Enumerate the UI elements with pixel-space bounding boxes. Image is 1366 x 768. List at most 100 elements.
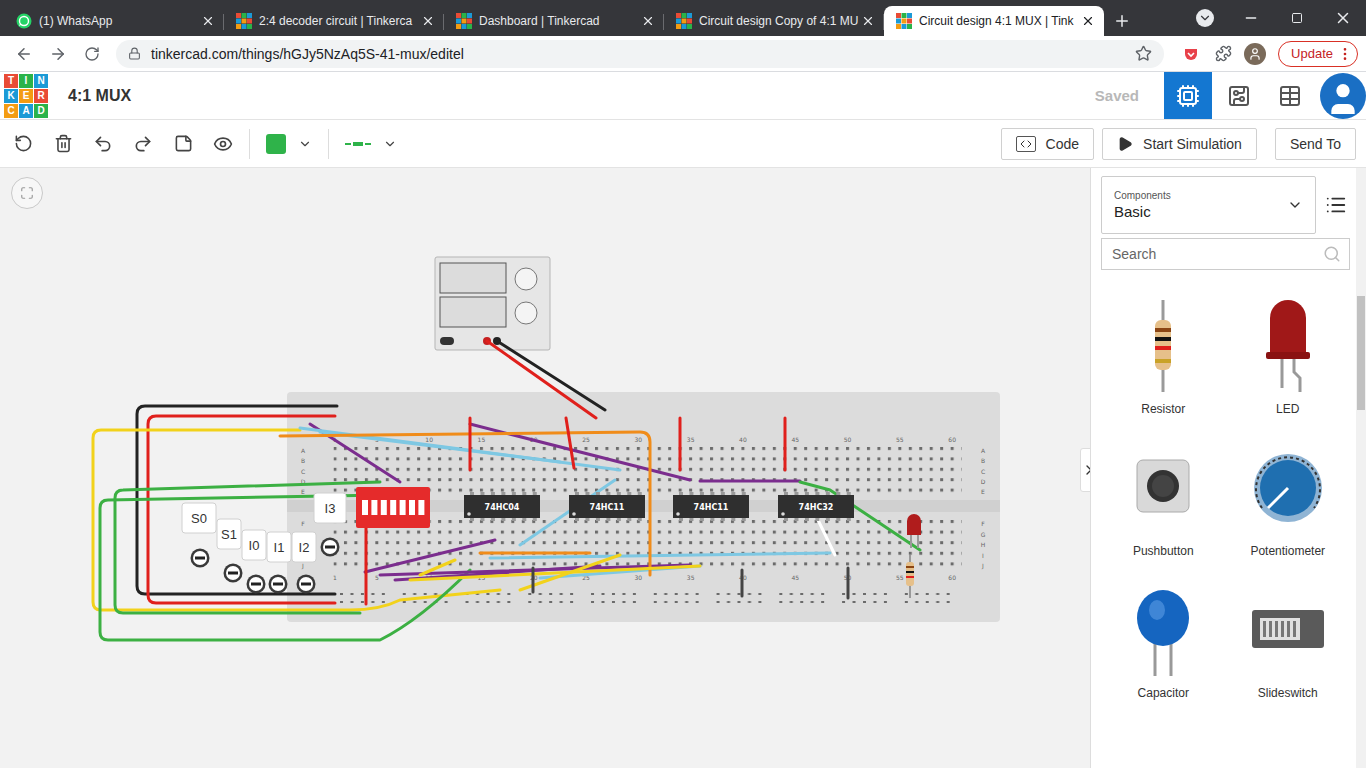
wire[interactable] xyxy=(420,560,455,575)
tab-close-button[interactable] xyxy=(640,13,656,29)
forward-button[interactable] xyxy=(42,38,74,70)
delete-button[interactable] xyxy=(43,124,83,164)
wire[interactable] xyxy=(847,568,850,598)
ic-chip[interactable]: 74HC32 xyxy=(778,492,854,521)
component-item[interactable]: Capacitor xyxy=(1101,580,1226,700)
resistor-icon xyxy=(1113,296,1213,396)
circuit-canvas[interactable]: 1155101015152020252530303535404045455050… xyxy=(0,168,1090,768)
browser-tab[interactable]: (1) WhatsApp xyxy=(4,6,224,36)
signal-label[interactable]: S0 xyxy=(182,503,216,568)
browser-tab[interactable]: Circuit design 4:1 MUX | Tink xyxy=(884,6,1104,36)
scrollbar[interactable] xyxy=(1356,168,1366,768)
design-title[interactable]: 4:1 MUX xyxy=(68,87,131,105)
probe-icon xyxy=(321,538,340,557)
fit-view-button[interactable] xyxy=(11,177,43,209)
row-letter: F xyxy=(301,520,305,527)
notes-button[interactable] xyxy=(163,124,203,164)
signal-label[interactable]: I0 xyxy=(242,530,266,594)
component-item[interactable]: Potentiometer xyxy=(1226,438,1351,558)
minimize-button[interactable] xyxy=(1228,0,1274,36)
wire[interactable] xyxy=(487,341,596,418)
wire-style-picker[interactable] xyxy=(335,137,407,151)
toolbar-button[interactable]: Code xyxy=(1001,128,1094,160)
workplane[interactable]: 1155101015152020252530303535404045455050… xyxy=(0,168,1090,768)
wire[interactable] xyxy=(365,528,368,604)
component-item[interactable]: Slideswitch xyxy=(1226,580,1351,700)
new-tab-button[interactable] xyxy=(1104,6,1140,36)
undo-button[interactable] xyxy=(83,124,123,164)
close-window-button[interactable] xyxy=(1320,0,1366,36)
wire[interactable] xyxy=(365,540,495,572)
row-letter: G xyxy=(981,531,986,538)
list-view-button[interactable] xyxy=(1322,194,1350,216)
wire[interactable] xyxy=(93,430,500,610)
led[interactable] xyxy=(907,514,921,548)
wire[interactable] xyxy=(520,555,620,590)
rotate-button[interactable] xyxy=(3,124,43,164)
wire[interactable] xyxy=(115,482,380,613)
signal-label[interactable]: S1 xyxy=(217,519,243,583)
wire[interactable] xyxy=(280,432,650,575)
tab-close-button[interactable] xyxy=(1080,13,1096,29)
update-button[interactable]: Update xyxy=(1278,41,1358,67)
wire[interactable] xyxy=(469,418,472,470)
probe-icon xyxy=(224,564,243,583)
restore-button[interactable] xyxy=(1274,0,1320,36)
omnibox[interactable]: tinkercad.com/things/hGJy5NzAq5S-41-mux/… xyxy=(116,40,1164,68)
ic-chip[interactable]: 74HC04 xyxy=(464,492,540,521)
tab-close-button[interactable] xyxy=(860,13,876,29)
toolbar-button[interactable]: Send To xyxy=(1275,128,1356,160)
power-supply[interactable] xyxy=(435,257,550,350)
search-field[interactable]: Search xyxy=(1101,238,1350,270)
tab-close-button[interactable] xyxy=(420,13,436,29)
signal-label[interactable]: I1 xyxy=(267,532,291,594)
back-button[interactable] xyxy=(8,38,40,70)
profile-button[interactable] xyxy=(1240,39,1270,69)
wire[interactable] xyxy=(532,568,535,592)
wire[interactable] xyxy=(497,341,605,410)
component-item[interactable]: Resistor xyxy=(1101,296,1226,416)
wire[interactable] xyxy=(148,416,335,603)
tab-close-button[interactable] xyxy=(200,13,216,29)
wire-color-picker[interactable] xyxy=(256,134,322,154)
browser-tab[interactable]: Circuit design Copy of 4:1 MU xyxy=(664,6,884,36)
visibility-button[interactable] xyxy=(203,124,243,164)
breadboard[interactable]: 1155101015152020252530303535404045455050… xyxy=(287,392,1000,622)
ic-chip[interactable]: 74HC11 xyxy=(569,492,645,521)
view-button[interactable] xyxy=(1215,72,1263,119)
app-header: TINKERCAD4:1 MUXSaved xyxy=(0,72,1366,120)
wire[interactable] xyxy=(784,418,787,470)
extension-button[interactable] xyxy=(1176,39,1206,69)
resistor[interactable] xyxy=(906,555,914,598)
reload-button[interactable] xyxy=(76,38,108,70)
wire[interactable] xyxy=(679,418,682,470)
component-item[interactable]: Pushbutton xyxy=(1101,438,1226,558)
browser-tab[interactable]: Dashboard | Tinkercad xyxy=(444,6,664,36)
view-button[interactable] xyxy=(1164,72,1212,119)
extensions-button[interactable] xyxy=(1208,39,1238,69)
component-item[interactable]: LED xyxy=(1226,296,1351,416)
browser-tab[interactable]: 2:4 decoder circuit | Tinkerca xyxy=(224,6,444,36)
ic-chip[interactable]: 74HC11 xyxy=(673,492,749,521)
category-select[interactable]: ComponentsBasic xyxy=(1101,176,1316,234)
star-icon[interactable] xyxy=(1135,45,1152,62)
signal-label[interactable]: I2 xyxy=(292,532,316,594)
tinkercad-icon xyxy=(236,13,252,29)
scroll-thumb[interactable] xyxy=(1357,296,1365,410)
tinkercad-logo[interactable]: TINKERCAD xyxy=(4,74,48,118)
user-avatar[interactable] xyxy=(1320,73,1366,119)
tab-search-button[interactable] xyxy=(1182,0,1228,36)
tinkercad-icon xyxy=(896,13,912,29)
toolbar-button[interactable]: Start Simulation xyxy=(1102,128,1257,160)
tab-title: Dashboard | Tinkercad xyxy=(479,14,633,28)
view-button[interactable] xyxy=(1266,72,1314,119)
wire[interactable] xyxy=(700,480,800,483)
wire[interactable] xyxy=(741,570,744,596)
wire[interactable] xyxy=(566,418,574,468)
redo-button[interactable] xyxy=(123,124,163,164)
puzzle-icon xyxy=(1215,45,1232,62)
dip-switch[interactable] xyxy=(356,487,430,528)
wire[interactable] xyxy=(480,552,590,555)
signal-label[interactable]: I3 xyxy=(314,493,346,557)
wire[interactable] xyxy=(818,520,835,555)
